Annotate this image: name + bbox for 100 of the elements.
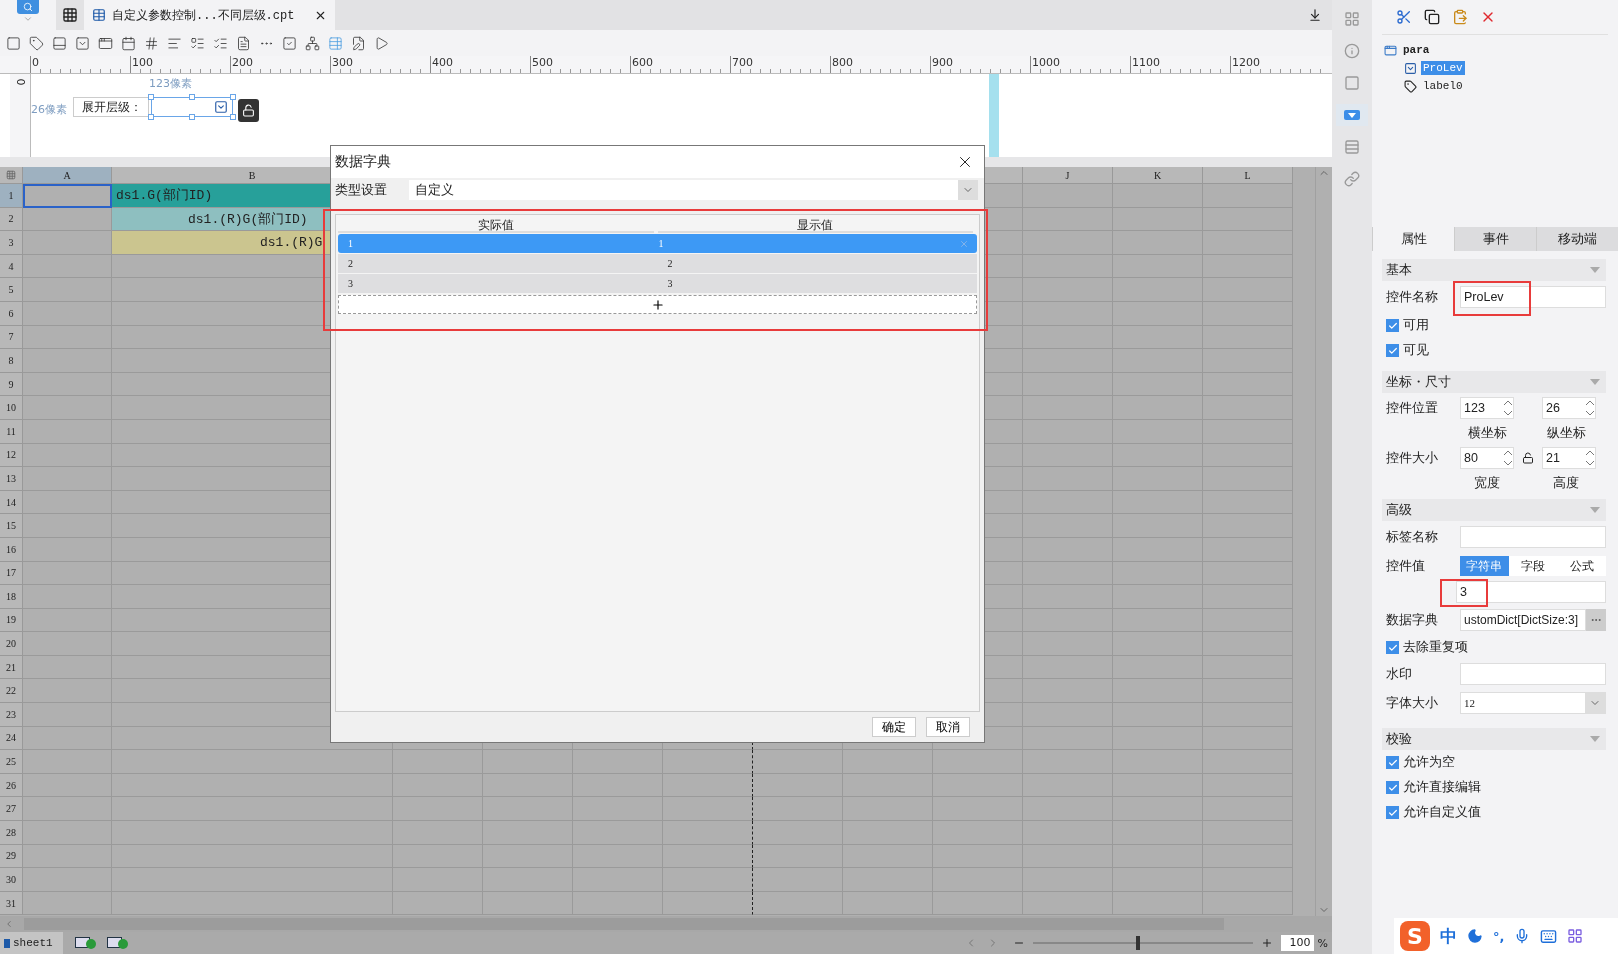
- stepper-icon[interactable]: [1585, 399, 1595, 417]
- row-header[interactable]: 21: [0, 655, 23, 680]
- resize-handle[interactable]: [189, 114, 195, 120]
- rows-icon[interactable]: [1344, 139, 1360, 155]
- row-header[interactable]: 12: [0, 443, 23, 468]
- row-header[interactable]: 6: [0, 301, 23, 326]
- dictionary-row[interactable]: 2 2: [338, 254, 977, 273]
- form-edit-icon[interactable]: [351, 35, 366, 51]
- section-header[interactable]: 校验: [1382, 728, 1606, 750]
- browse-button[interactable]: [1586, 609, 1606, 631]
- stepper-icon[interactable]: [1503, 449, 1513, 467]
- copy-icon[interactable]: [1424, 9, 1440, 25]
- row-header[interactable]: 18: [0, 585, 23, 609]
- row-header[interactable]: 10: [0, 396, 23, 420]
- new-sheet-icon[interactable]: [62, 7, 78, 23]
- row-header[interactable]: 7: [0, 325, 23, 350]
- section-header[interactable]: 高级: [1382, 499, 1606, 521]
- scroll-left-icon[interactable]: [4, 919, 14, 929]
- column-header[interactable]: K: [1113, 167, 1203, 184]
- resize-handle[interactable]: [230, 114, 236, 120]
- dropdown-icon[interactable]: [75, 35, 90, 51]
- value-field[interactable]: 3: [1456, 581, 1606, 603]
- stepper-icon[interactable]: [1503, 399, 1513, 417]
- row-header[interactable]: 14: [0, 490, 23, 515]
- calendar-icon[interactable]: [121, 35, 136, 51]
- lock-button[interactable]: [238, 99, 259, 122]
- number-field[interactable]: 123: [1460, 397, 1514, 419]
- resize-handle[interactable]: [148, 114, 154, 120]
- text-lines-icon[interactable]: [167, 35, 182, 51]
- column-header[interactable]: J: [1023, 167, 1113, 184]
- section-header[interactable]: 坐标・尺寸: [1382, 371, 1606, 393]
- row-header[interactable]: 31: [0, 891, 23, 916]
- row-header[interactable]: 15: [0, 514, 23, 538]
- font-size-select[interactable]: 12: [1460, 692, 1606, 714]
- number-field[interactable]: 21: [1542, 447, 1596, 469]
- select-all-icon[interactable]: [6, 170, 16, 180]
- checkbox-icon[interactable]: [282, 35, 297, 51]
- row-header[interactable]: 27: [0, 797, 23, 822]
- row-header[interactable]: 17: [0, 561, 23, 586]
- corner-cell[interactable]: [0, 167, 23, 184]
- dropdown-button[interactable]: [958, 180, 978, 200]
- app-logo-icon[interactable]: [17, 0, 39, 14]
- label-widget[interactable]: 展开层级：: [73, 97, 149, 117]
- ime-mode[interactable]: 中: [1440, 924, 1457, 948]
- section-header[interactable]: 基本: [1382, 259, 1606, 281]
- square-icon[interactable]: [6, 35, 21, 51]
- tree-icon[interactable]: [305, 35, 320, 51]
- grid-icon[interactable]: [1344, 11, 1360, 27]
- row-header[interactable]: 16: [0, 537, 23, 562]
- resize-handle[interactable]: [189, 94, 195, 100]
- checkbox[interactable]: [1386, 781, 1399, 794]
- row-header[interactable]: 24: [0, 726, 23, 751]
- tag-icon[interactable]: [29, 35, 44, 51]
- checkbox[interactable]: [1386, 319, 1399, 332]
- panel-tab[interactable]: 事件: [1454, 227, 1536, 251]
- lock-icon[interactable]: [1522, 452, 1534, 464]
- row-header[interactable]: 1: [0, 184, 23, 208]
- checkbox[interactable]: [1386, 344, 1399, 357]
- tag-name-field[interactable]: [1460, 526, 1606, 548]
- widget-tool-icon[interactable]: [1344, 110, 1360, 120]
- more-arrow-icon[interactable]: [374, 35, 389, 51]
- window-menu-icon[interactable]: [1308, 8, 1322, 22]
- cut-icon[interactable]: [1396, 9, 1412, 25]
- table-icon[interactable]: [328, 35, 343, 51]
- caret-icon[interactable]: [23, 14, 33, 24]
- column-header[interactable]: L: [1203, 167, 1293, 184]
- zoom-in-icon[interactable]: [1260, 937, 1273, 949]
- row-header[interactable]: 19: [0, 608, 23, 633]
- column-header[interactable]: A: [23, 167, 112, 184]
- resize-handle[interactable]: [230, 94, 236, 100]
- panel-tab[interactable]: 移动端: [1536, 227, 1618, 251]
- checkbox[interactable]: [1386, 756, 1399, 769]
- link-icon[interactable]: [1344, 171, 1360, 187]
- radio-list-icon[interactable]: [190, 35, 205, 51]
- hash-icon[interactable]: [144, 35, 159, 51]
- row-header[interactable]: 11: [0, 419, 23, 444]
- zoom-field[interactable]: 100: [1280, 935, 1314, 951]
- dialog-button[interactable]: 取消: [926, 717, 970, 737]
- text-area-icon[interactable]: [236, 35, 251, 51]
- type-select[interactable]: 自定义: [409, 180, 978, 200]
- add-report-icon[interactable]: [106, 937, 129, 949]
- name-field[interactable]: ProLev: [1460, 286, 1606, 308]
- tree-item[interactable]: para: [1401, 43, 1432, 57]
- checkbox[interactable]: [1386, 641, 1399, 654]
- row-header[interactable]: 5: [0, 278, 23, 302]
- tree-item[interactable]: label0: [1421, 79, 1465, 93]
- grid-icon[interactable]: [1567, 928, 1584, 944]
- row-header[interactable]: 25: [0, 750, 23, 774]
- add-sheet-icon[interactable]: [74, 937, 97, 949]
- row-header[interactable]: 2: [0, 207, 23, 232]
- checkbox[interactable]: [1386, 806, 1399, 819]
- row-header[interactable]: 9: [0, 372, 23, 397]
- row-header[interactable]: 3: [0, 231, 23, 255]
- row-header[interactable]: 4: [0, 254, 23, 279]
- paste-icon[interactable]: [1452, 9, 1468, 25]
- checklist-icon[interactable]: [213, 35, 228, 51]
- watermark-field[interactable]: [1460, 663, 1606, 685]
- horizontal-scrollbar[interactable]: [0, 916, 1332, 932]
- sheet-tab[interactable]: sheet1: [0, 932, 63, 954]
- panel-icon[interactable]: [52, 35, 67, 51]
